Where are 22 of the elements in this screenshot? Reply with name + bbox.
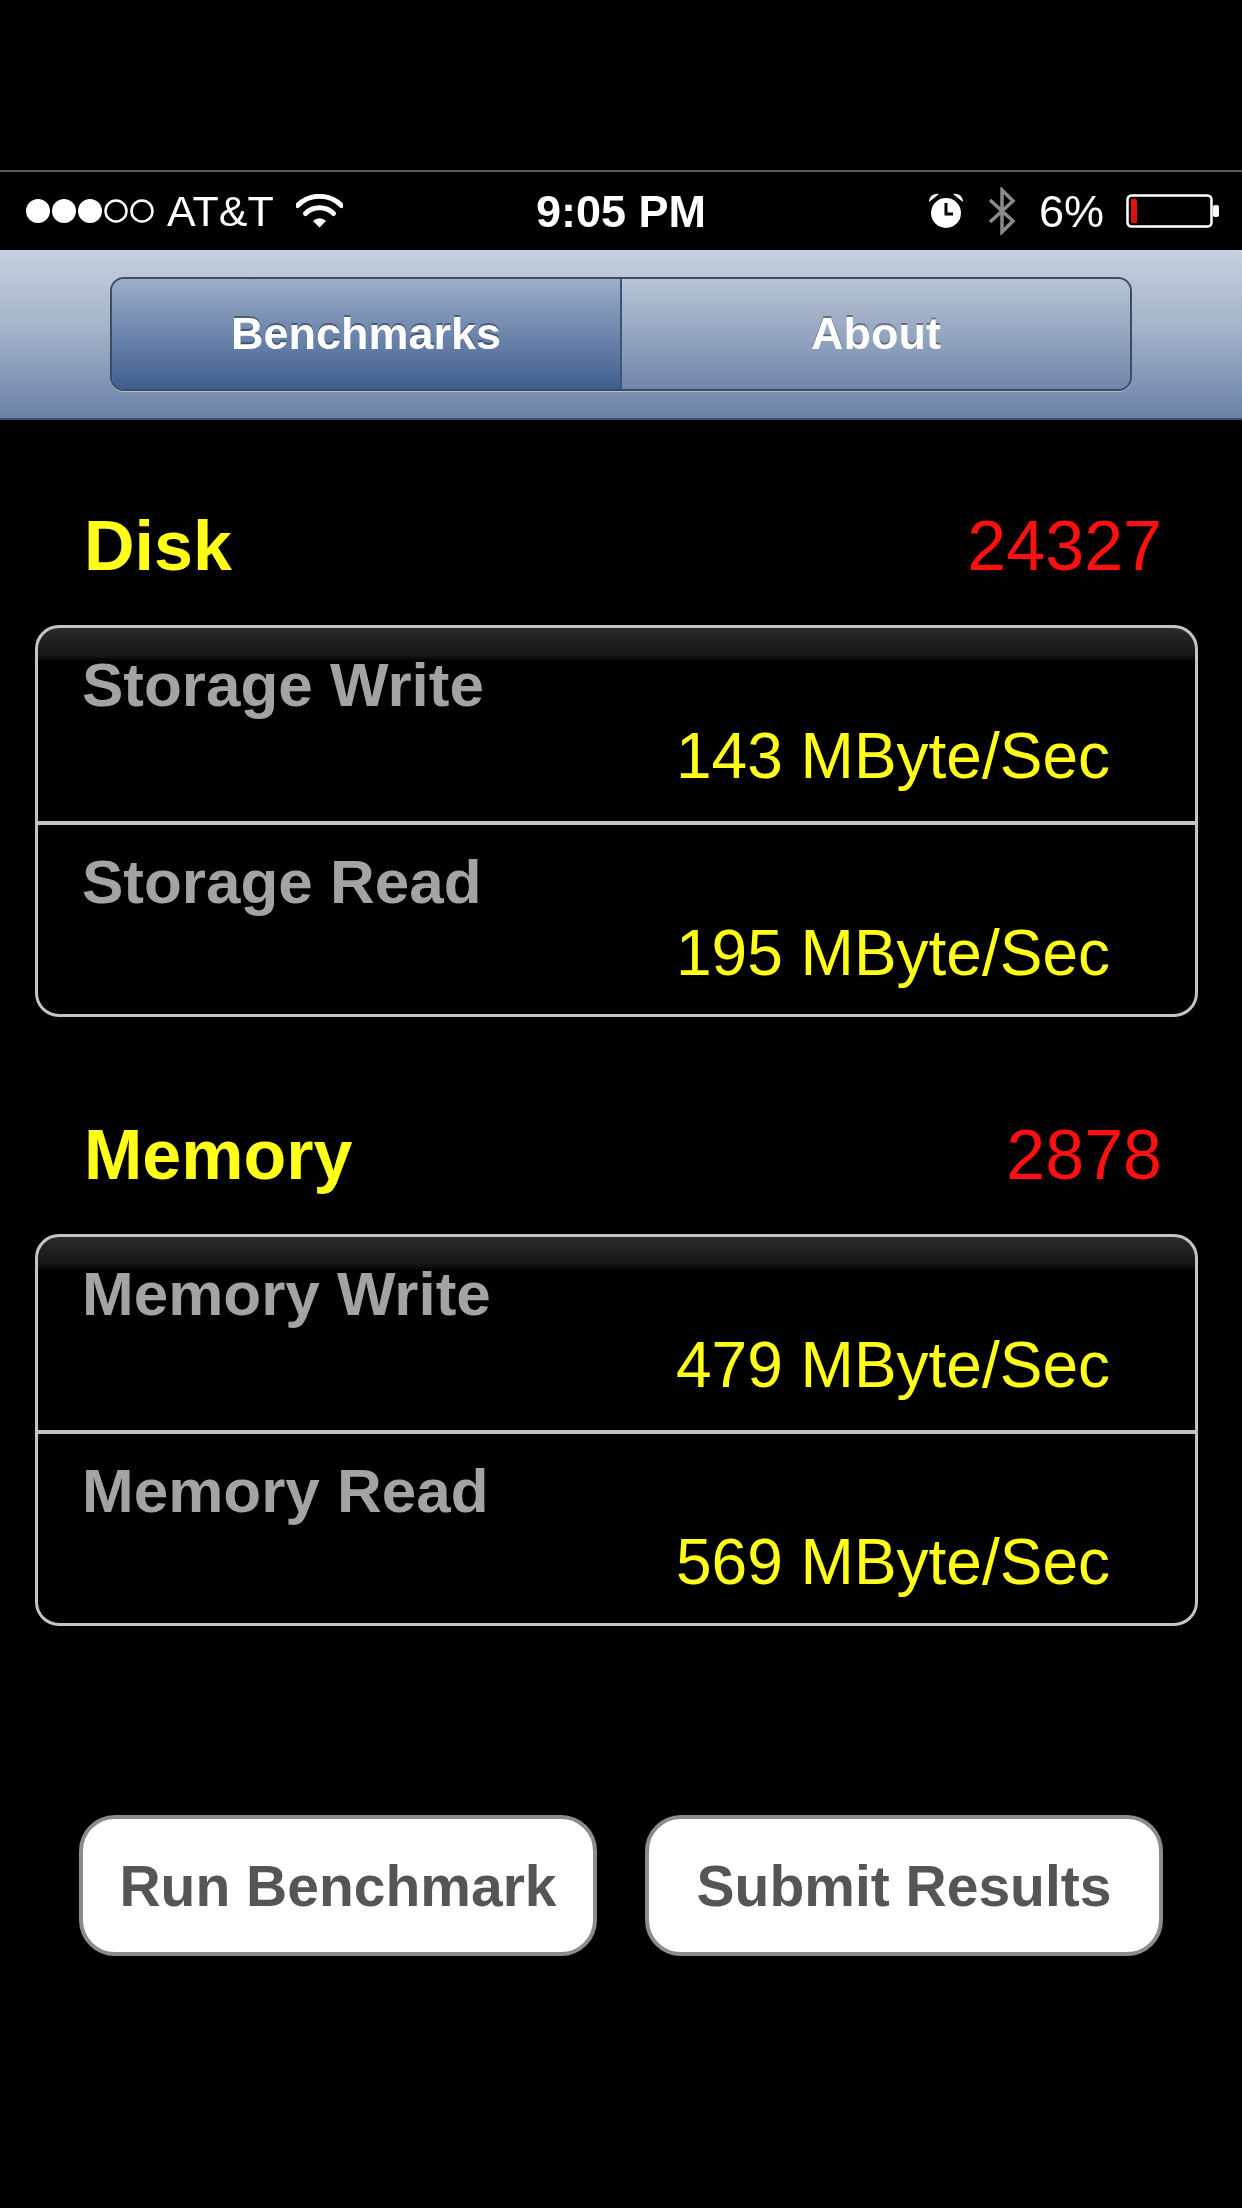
- clock-time: 9:05 PM: [535, 188, 707, 234]
- result-label: Memory Read: [82, 1456, 489, 1526]
- result-value: 569 MByte/Sec: [676, 1526, 1110, 1598]
- wifi-icon: [295, 194, 343, 228]
- alarm-clock-icon: [926, 192, 965, 230]
- carrier-name: AT&T: [167, 189, 274, 233]
- action-button[interactable]: Submit Results: [645, 1815, 1163, 1956]
- result-value: 195 MByte/Sec: [676, 917, 1110, 989]
- bluetooth-icon: [986, 187, 1017, 235]
- battery-icon: [1126, 194, 1220, 228]
- result-label: Storage Write: [82, 650, 484, 720]
- section-title: Disk: [84, 511, 232, 581]
- result-label: Storage Read: [82, 847, 482, 917]
- signal-strength-icon: [25, 198, 155, 224]
- segment-tab[interactable]: Benchmarks: [112, 279, 620, 389]
- result-value: 479 MByte/Sec: [676, 1329, 1110, 1401]
- action-button[interactable]: Run Benchmark: [79, 1815, 597, 1956]
- result-value: 143 MByte/Sec: [676, 720, 1110, 792]
- section-score: 2878: [1006, 1120, 1162, 1190]
- battery-percent: 6%: [1038, 188, 1104, 234]
- section-score: 24327: [967, 511, 1162, 581]
- result-label: Memory Write: [82, 1259, 491, 1329]
